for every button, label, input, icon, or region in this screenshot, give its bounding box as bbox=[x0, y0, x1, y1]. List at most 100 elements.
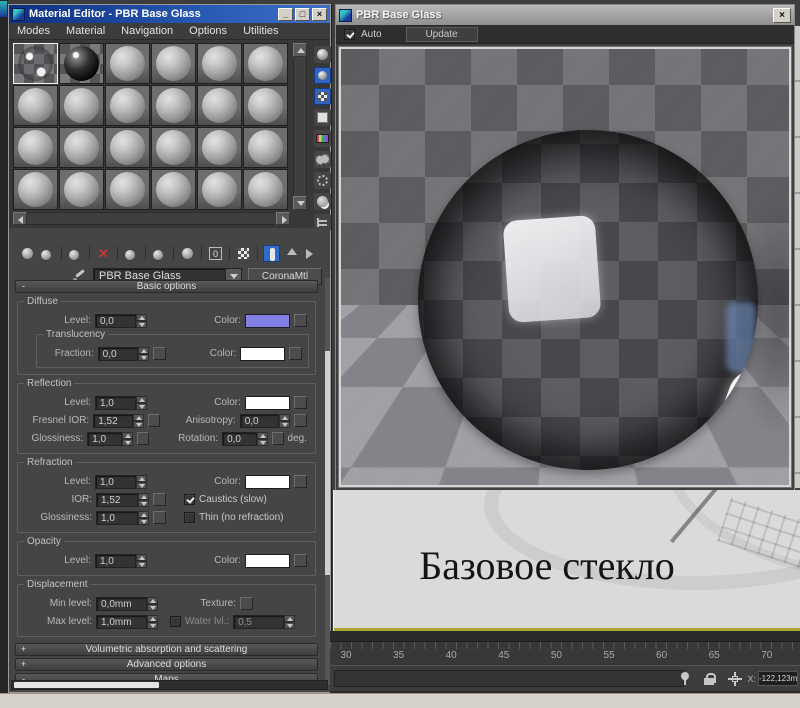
material-sample-slot[interactable] bbox=[243, 43, 288, 84]
rollout-basic-options[interactable]: - Basic options bbox=[15, 280, 318, 293]
scene-viewport[interactable]: Базовое стекло bbox=[333, 490, 800, 631]
material-sample-slot[interactable] bbox=[243, 169, 288, 210]
maximize-button[interactable]: □ bbox=[295, 8, 310, 21]
material-sample-slot[interactable] bbox=[13, 169, 58, 210]
menu-modes[interactable]: Modes bbox=[9, 25, 58, 37]
material-sample-slot[interactable] bbox=[13, 43, 58, 84]
scroll-down-button[interactable] bbox=[293, 196, 307, 210]
thin-checkbox[interactable] bbox=[184, 512, 195, 523]
diffuse-color-map-slot[interactable] bbox=[294, 314, 307, 327]
material-sample-slot[interactable] bbox=[151, 169, 196, 210]
refraction-glossiness-spinner[interactable]: 1,0 bbox=[96, 511, 149, 525]
material-sample-slot[interactable] bbox=[105, 43, 150, 84]
material-sample-slot[interactable] bbox=[59, 169, 104, 210]
ior-map-slot[interactable] bbox=[153, 493, 166, 506]
reflection-level-spinner[interactable]: 1,0 bbox=[95, 396, 147, 410]
material-sample-slot[interactable] bbox=[13, 85, 58, 126]
anisotropy-map-slot[interactable] bbox=[294, 414, 307, 427]
reflection-glossiness-spinner[interactable]: 1,0 bbox=[87, 432, 133, 446]
update-button[interactable]: Update bbox=[406, 27, 478, 42]
material-sample-slot[interactable] bbox=[105, 85, 150, 126]
translucency-color-map-slot[interactable] bbox=[289, 347, 302, 360]
put-to-library-button[interactable] bbox=[179, 245, 196, 262]
video-color-check-button[interactable] bbox=[314, 130, 331, 147]
material-map-navigator-button[interactable] bbox=[314, 214, 331, 231]
pin-icon[interactable] bbox=[678, 672, 692, 686]
time-ruler[interactable]: 303540455055606570 bbox=[330, 641, 800, 665]
go-forward-sibling-button[interactable] bbox=[303, 245, 320, 262]
material-sample-slot[interactable] bbox=[243, 85, 288, 126]
auto-checkbox[interactable] bbox=[344, 29, 355, 40]
collapse-icon[interactable]: - bbox=[19, 282, 28, 291]
material-sample-slot[interactable] bbox=[105, 169, 150, 210]
material-sample-slot[interactable] bbox=[59, 85, 104, 126]
translucency-map-slot[interactable] bbox=[153, 347, 166, 360]
sample-horizontal-scrollbar[interactable] bbox=[13, 212, 290, 225]
caustics-checkbox[interactable] bbox=[184, 494, 195, 505]
material-sample-slot[interactable] bbox=[59, 43, 104, 84]
background-button[interactable] bbox=[314, 88, 331, 105]
material-sample-slot[interactable] bbox=[151, 85, 196, 126]
water-level-spinner[interactable]: 0,5 bbox=[233, 615, 295, 629]
translucency-color-swatch[interactable] bbox=[240, 347, 285, 361]
material-sample-slot[interactable] bbox=[197, 43, 242, 84]
refraction-color-map-slot[interactable] bbox=[294, 475, 307, 488]
show-in-viewport-button[interactable] bbox=[235, 245, 252, 262]
menu-material[interactable]: Material bbox=[58, 25, 113, 37]
material-editor-titlebar[interactable]: Material Editor - PBR Base Glass _ □ × bbox=[9, 5, 330, 23]
displacement-texture-slot[interactable] bbox=[240, 597, 253, 610]
menu-options[interactable]: Options bbox=[181, 25, 235, 37]
generate-preview-button[interactable] bbox=[314, 151, 331, 168]
make-material-copy-button[interactable] bbox=[123, 245, 140, 262]
go-to-parent-button[interactable] bbox=[283, 245, 300, 262]
minimize-button[interactable]: _ bbox=[278, 8, 293, 21]
diffuse-color-swatch[interactable] bbox=[245, 314, 290, 328]
material-sample-slot[interactable] bbox=[59, 127, 104, 168]
expand-icon[interactable]: + bbox=[19, 645, 28, 654]
x-coordinate-field[interactable]: -122,123m bbox=[758, 671, 798, 686]
reflection-glossiness-map-slot[interactable] bbox=[137, 432, 149, 445]
scroll-right-button[interactable] bbox=[276, 212, 290, 225]
scroll-left-button[interactable] bbox=[13, 212, 27, 225]
opacity-color-map-slot[interactable] bbox=[294, 554, 307, 567]
material-sample-slot[interactable] bbox=[13, 127, 58, 168]
material-sample-slot[interactable] bbox=[197, 169, 242, 210]
sample-vertical-scrollbar[interactable] bbox=[293, 43, 307, 210]
lock-icon[interactable] bbox=[702, 672, 716, 686]
menu-navigation[interactable]: Navigation bbox=[113, 25, 181, 37]
diffuse-level-spinner[interactable]: 0,0 bbox=[95, 314, 147, 328]
material-id-channel-button[interactable]: 0 bbox=[207, 245, 224, 262]
material-sample-slot[interactable] bbox=[197, 127, 242, 168]
refraction-level-spinner[interactable]: 1,0 bbox=[95, 475, 147, 489]
sample-type-button[interactable] bbox=[314, 46, 331, 63]
rollout-volumetric[interactable]: + Volumetric absorption and scattering bbox=[15, 643, 318, 656]
anisotropy-spinner[interactable]: 0,0 bbox=[240, 414, 291, 428]
material-sample-slot[interactable] bbox=[105, 127, 150, 168]
rollout-scrollbar[interactable] bbox=[325, 278, 330, 685]
reset-map-button[interactable]: ✕ bbox=[95, 245, 112, 262]
rotation-spinner[interactable]: 0,0 bbox=[222, 432, 268, 446]
prompt-field[interactable] bbox=[334, 670, 684, 687]
refraction-color-swatch[interactable] bbox=[245, 475, 290, 489]
backlight-button[interactable] bbox=[314, 67, 331, 84]
show-end-result-button[interactable] bbox=[263, 245, 280, 262]
reflection-color-swatch[interactable] bbox=[245, 396, 290, 410]
menu-utilities[interactable]: Utilities bbox=[235, 25, 286, 37]
scrollbar-thumb[interactable] bbox=[14, 682, 159, 688]
translucency-fraction-spinner[interactable]: 0,0 bbox=[98, 347, 150, 361]
material-sample-slot[interactable] bbox=[151, 127, 196, 168]
material-sample-slot[interactable] bbox=[197, 85, 242, 126]
transform-typein-icon[interactable] bbox=[728, 672, 742, 686]
fresnel-map-slot[interactable] bbox=[148, 414, 161, 427]
get-material-button[interactable] bbox=[19, 245, 36, 262]
assign-material-button[interactable] bbox=[67, 245, 84, 262]
preview-close-button[interactable]: × bbox=[773, 8, 791, 23]
opacity-level-spinner[interactable]: 1,0 bbox=[95, 554, 147, 568]
expand-icon[interactable]: + bbox=[19, 660, 28, 669]
reflection-color-map-slot[interactable] bbox=[294, 396, 307, 409]
put-material-to-scene-button[interactable] bbox=[39, 245, 56, 262]
select-by-material-button[interactable] bbox=[314, 193, 331, 210]
min-level-spinner[interactable]: 0,0mm bbox=[96, 597, 158, 611]
rotation-map-slot[interactable] bbox=[272, 432, 284, 445]
editor-bottom-scrollbar[interactable] bbox=[11, 680, 328, 690]
